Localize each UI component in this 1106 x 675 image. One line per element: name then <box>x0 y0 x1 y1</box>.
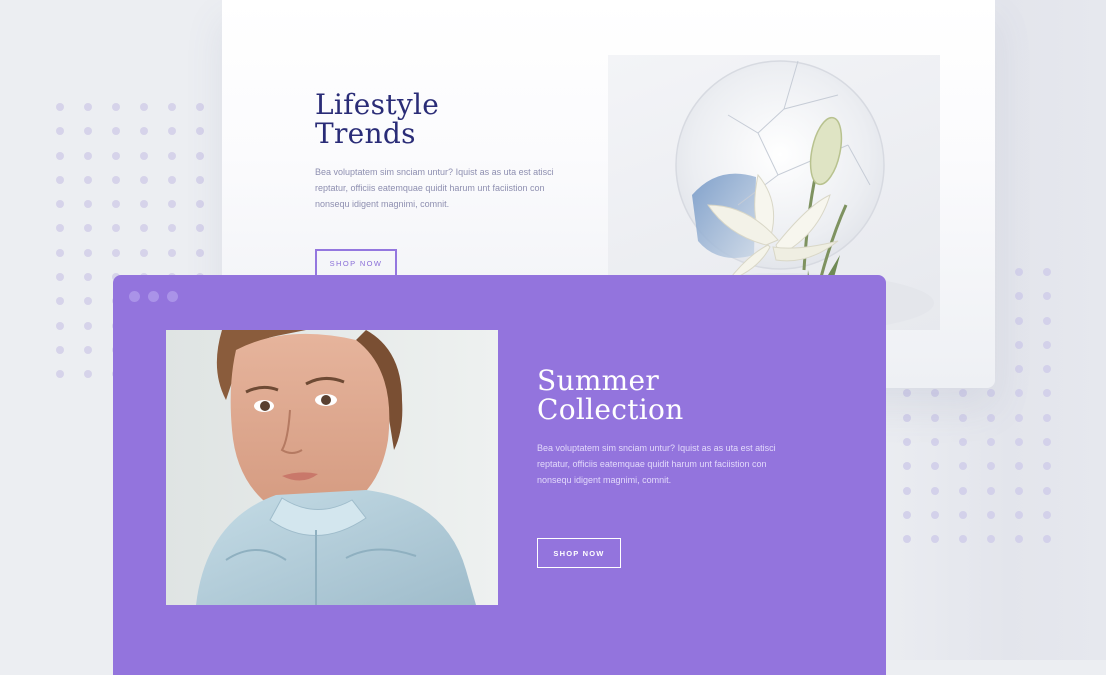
summer-portrait-photo <box>166 330 498 605</box>
lifestyle-title: Lifestyle Trends <box>315 88 440 150</box>
window-dot <box>148 291 159 302</box>
lifestyle-description: Bea voluptatem sim snciam untur? Iquist … <box>315 167 554 209</box>
lifestyle-shop-now-button[interactable]: SHOP NOW <box>315 249 397 277</box>
summer-description: Bea voluptatem sim snciam untur? Iquist … <box>537 443 776 485</box>
summer-shop-now-button[interactable]: SHOP NOW <box>537 538 621 568</box>
window-dot <box>129 291 140 302</box>
summer-collection-card: Summer Collection Bea voluptatem sim snc… <box>113 275 886 675</box>
portrait-illustration <box>166 330 498 605</box>
window-dot <box>167 291 178 302</box>
summer-title: Summer Collection <box>537 364 684 426</box>
window-controls <box>129 291 178 302</box>
